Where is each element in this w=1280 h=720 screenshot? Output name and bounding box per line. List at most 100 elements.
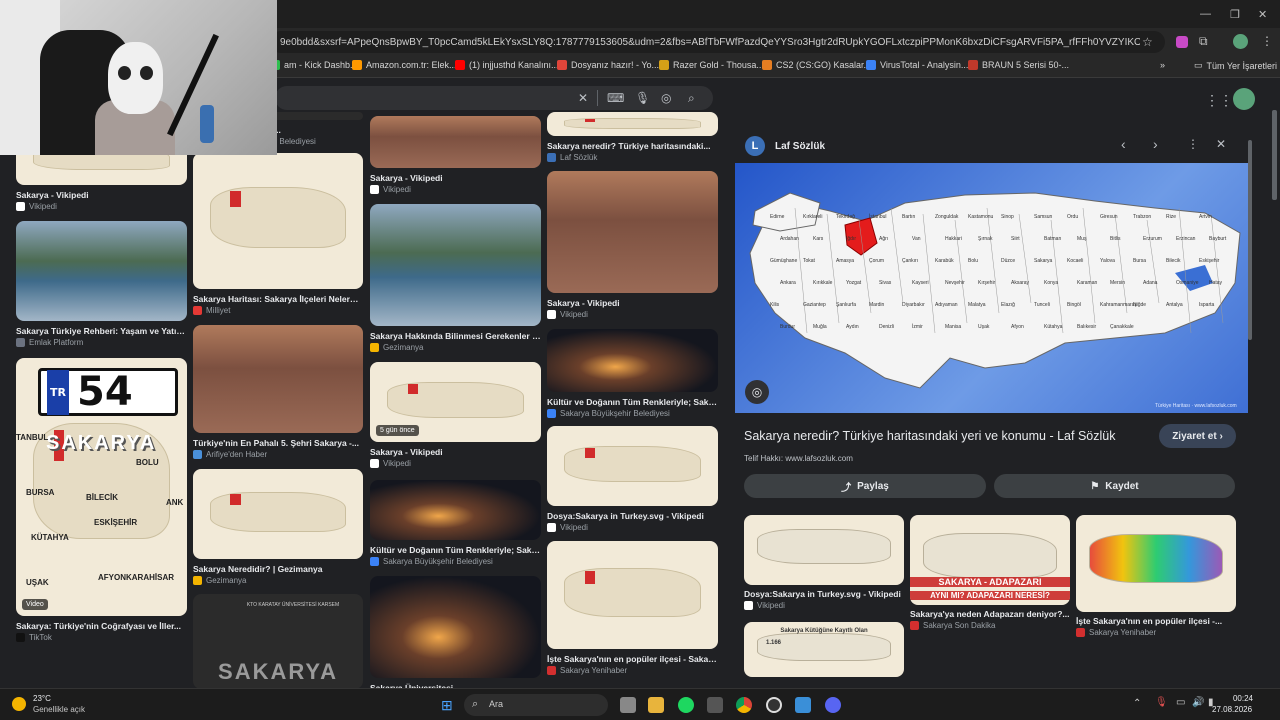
profile-avatar[interactable] xyxy=(1233,34,1248,49)
weather-temp[interactable]: 23°C xyxy=(33,694,51,703)
bookmark-star-icon[interactable]: ☆ xyxy=(1142,35,1153,49)
result-source[interactable]: Laf Sözlük xyxy=(547,153,597,162)
bookmark-item[interactable]: Razer Gold - Thousa... xyxy=(659,60,764,70)
image-result-thumbnail[interactable] xyxy=(370,480,541,540)
page-scrollbar[interactable] xyxy=(1272,110,1277,200)
image-result-thumbnail[interactable] xyxy=(547,541,718,649)
close-panel-icon[interactable]: ✕ xyxy=(1216,137,1226,151)
start-windows-icon[interactable]: ⊞ xyxy=(441,697,453,714)
file-explorer-icon[interactable] xyxy=(648,697,664,713)
result-source[interactable]: TikTok xyxy=(16,633,52,642)
menu-kebab-icon[interactable]: ⋮ xyxy=(1261,34,1273,48)
related-source[interactable]: Sakarya Yenihaber xyxy=(1076,628,1156,637)
bookmark-item[interactable]: Dosyanız hazır! - Yo... xyxy=(557,60,659,70)
bookmark-item[interactable]: VirusTotal - Analysin... xyxy=(866,60,968,70)
app2-icon[interactable] xyxy=(795,697,811,713)
share-button[interactable]: ⤴ Paylaş xyxy=(744,474,986,498)
result-caption[interactable]: Sakarya: Türkiye'nin Coğrafyası ve İller… xyxy=(16,621,187,631)
related-image-thumbnail[interactable]: SAKARYA - ADAPAZARI AYNI MI? ADAPAZARI NE… xyxy=(910,515,1070,605)
lens-icon[interactable]: ◎ xyxy=(661,91,671,105)
lens-search-icon[interactable]: ◎ xyxy=(745,380,769,404)
visit-button[interactable]: Ziyaret et › xyxy=(1159,424,1236,448)
result-caption[interactable]: Sakarya neredir? Türkiye haritasındaki..… xyxy=(547,141,718,151)
related-source[interactable]: Sakarya Son Dakika xyxy=(910,621,995,630)
result-source[interactable]: Sakarya Büyükşehir Belediyesi xyxy=(370,557,493,566)
result-source[interactable]: Arifiye'den Haber xyxy=(193,450,267,459)
account-avatar[interactable] xyxy=(1233,88,1255,110)
result-caption[interactable]: Sakarya Haritası: Sakarya İlçeleri Neler… xyxy=(193,294,363,304)
mic-tray-icon[interactable]: 🎙 xyxy=(1155,697,1168,708)
result-caption[interactable]: Sakarya - Vikipedi xyxy=(16,190,187,200)
bookmark-item[interactable]: BRAUN 5 Serisi 50-... xyxy=(968,60,1069,70)
image-result-thumbnail[interactable] xyxy=(547,112,718,136)
minimize-icon[interactable]: — xyxy=(1200,8,1211,20)
result-caption[interactable]: Sakarya Neredidir? | Gezimanya xyxy=(193,564,363,574)
related-caption[interactable]: İşte Sakarya'nın en popüler ilçesi -... xyxy=(1076,616,1236,626)
clock-time[interactable]: 00:24 xyxy=(1229,694,1253,703)
bookmark-item[interactable]: Amazon.com.tr: Elek... xyxy=(352,60,457,70)
image-result-thumbnail[interactable] xyxy=(370,116,541,168)
main-preview-image[interactable]: Edirne Kırklareli Tekirdağ İstanbul Bartın Zo… xyxy=(735,163,1248,413)
apps-grid-icon[interactable]: ⋮⋮ xyxy=(1205,92,1233,109)
all-bookmarks[interactable]: ▭ Tüm Yer İşaretleri xyxy=(1194,60,1277,71)
discord-icon[interactable] xyxy=(825,697,841,713)
search-icon[interactable]: ⌕ xyxy=(688,91,695,106)
mic-icon[interactable]: 🎙 xyxy=(635,91,650,105)
image-result-thumbnail[interactable] xyxy=(370,204,541,326)
image-result-thumbnail[interactable]: SAKARYA KTO KARATAY ÜNİVERSİTESİ KARSEM xyxy=(193,594,363,689)
volume-icon[interactable]: 🔊 xyxy=(1192,697,1204,708)
result-source[interactable]: Gezimanya xyxy=(193,576,246,585)
image-result-thumbnail[interactable]: TR 54 SAKARYA BOLU BURSA BİLECİK ESKİŞEHİR KÜTA… xyxy=(16,358,187,616)
result-caption[interactable]: Sakarya - Vikipedi xyxy=(547,298,718,308)
clear-icon[interactable]: ✕ xyxy=(578,91,588,105)
tray-chevron-icon[interactable]: ⌃ xyxy=(1133,698,1141,709)
obs-icon[interactable] xyxy=(766,697,782,713)
image-result-thumbnail[interactable] xyxy=(370,576,541,678)
prev-arrow-icon[interactable]: ‹ xyxy=(1121,136,1126,152)
related-caption[interactable]: Sakarya'ya neden Adapazarı deniyor?... xyxy=(910,609,1070,619)
url-text[interactable]: 9e0bdd&sxsrf=APpeQnsBpwBY_T0pcCamd5kLEkY… xyxy=(280,37,1140,48)
result-caption[interactable]: İşte Sakarya'nın en popüler ilçesi - Sak… xyxy=(547,654,718,664)
network-icon[interactable]: ▭ xyxy=(1176,697,1185,708)
bookmark-item[interactable]: am - Kick Dashb... xyxy=(270,60,358,70)
extensions-puzzle-icon[interactable]: ⧉ xyxy=(1199,34,1208,49)
clock-date[interactable]: 27.08.2026 xyxy=(1212,705,1252,714)
bookmark-item[interactable]: CS2 (CS:GO) Kasalar... xyxy=(762,60,871,70)
chrome-icon[interactable] xyxy=(736,697,752,713)
more-options-icon[interactable]: ⋮ xyxy=(1187,137,1199,151)
save-button[interactable]: ⚑ Kaydet xyxy=(994,474,1235,498)
image-result-thumbnail[interactable] xyxy=(193,469,363,559)
image-result-thumbnail[interactable] xyxy=(16,221,187,321)
image-result-thumbnail[interactable] xyxy=(193,153,363,289)
image-result-thumbnail[interactable] xyxy=(547,171,718,293)
image-result-thumbnail[interactable] xyxy=(193,325,363,433)
bookmarks-overflow-icon[interactable]: » xyxy=(1160,60,1165,70)
task-view-icon[interactable] xyxy=(620,697,636,713)
related-source[interactable]: Vikipedi xyxy=(744,601,785,610)
bookmark-item[interactable]: (1) injjusthd Kanalını... xyxy=(455,60,559,70)
maximize-icon[interactable]: ❐ xyxy=(1230,8,1240,21)
image-result-thumbnail[interactable] xyxy=(547,426,718,506)
related-image-thumbnail[interactable] xyxy=(1076,515,1236,612)
result-caption[interactable]: Dosya:Sakarya in Turkey.svg - Vikipedi xyxy=(547,511,718,521)
result-caption[interactable]: Sakarya - Vikipedi xyxy=(370,447,541,457)
result-caption[interactable]: Kültür ve Doğanın Tüm Renkleriyle; Sakar… xyxy=(547,397,718,407)
extension-icon[interactable] xyxy=(1176,36,1188,48)
result-source[interactable]: Vikipedi xyxy=(16,202,57,211)
search-box[interactable]: ✕ ⌨ 🎙 ◎ ⌕ xyxy=(275,86,713,110)
result-source[interactable]: Gezimanya xyxy=(370,343,423,352)
result-source[interactable]: Milliyet xyxy=(193,306,230,315)
close-window-icon[interactable]: ✕ xyxy=(1258,8,1267,21)
site-name[interactable]: Laf Sözlük xyxy=(775,141,825,152)
result-source[interactable]: Vikipedi xyxy=(547,523,588,532)
spotify-icon[interactable] xyxy=(678,697,694,713)
related-image-thumbnail[interactable] xyxy=(744,515,904,585)
panel-scrollbar[interactable] xyxy=(1248,140,1252,340)
result-title[interactable]: Sakarya neredir? Türkiye haritasındaki y… xyxy=(744,429,1144,443)
result-caption[interactable]: Sakarya Hakkında Bilinmesi Gerekenler |.… xyxy=(370,331,541,341)
next-arrow-icon[interactable]: › xyxy=(1153,136,1158,152)
result-caption[interactable]: Sakarya - Vikipedi xyxy=(370,173,541,183)
image-result-thumbnail[interactable]: 5 gün önce xyxy=(370,362,541,442)
result-caption[interactable]: Kültür ve Doğanın Tüm Renkleriyle; Sakar… xyxy=(370,545,541,555)
related-image-thumbnail[interactable]: Sakarya Kütüğüne Kayıtlı Olan 1.166 xyxy=(744,622,904,677)
